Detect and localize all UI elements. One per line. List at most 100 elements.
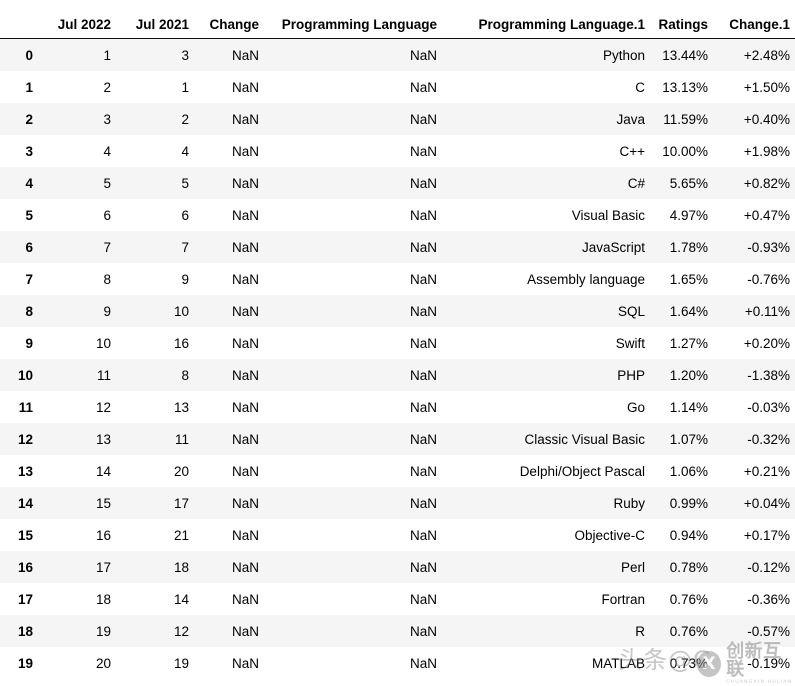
table-cell: Fortran [442, 583, 650, 615]
table-cell: 17 [38, 551, 116, 583]
table-row: 14 15 17 NaN NaN Ruby 0.99% +0.04% [0, 487, 795, 519]
table-cell: 11 [116, 423, 194, 455]
row-index-cell: 14 [0, 487, 38, 519]
table-row: 10 11 8 NaN NaN PHP 1.20% -1.38% [0, 359, 795, 391]
table-cell: -1.38% [713, 359, 795, 391]
table-cell: +0.17% [713, 519, 795, 551]
table-cell: NaN [264, 71, 442, 103]
table-cell: NaN [194, 38, 264, 71]
table-cell: 1 [116, 71, 194, 103]
table-cell: NaN [194, 135, 264, 167]
table-cell: 0.94% [650, 519, 713, 551]
column-header-ratings: Ratings [650, 0, 713, 39]
row-index-cell: 11 [0, 391, 38, 423]
table-cell: NaN [264, 295, 442, 327]
table-cell: 7 [38, 231, 116, 263]
table-cell: Perl [442, 551, 650, 583]
table-cell: NaN [194, 615, 264, 647]
table-cell: 10.00% [650, 135, 713, 167]
table-cell: NaN [264, 135, 442, 167]
table-cell: 5 [116, 167, 194, 199]
table-row: 16 17 18 NaN NaN Perl 0.78% -0.12% [0, 551, 795, 583]
table-cell: +0.21% [713, 455, 795, 487]
table-cell: +0.04% [713, 487, 795, 519]
table-cell: NaN [264, 327, 442, 359]
table-cell: Visual Basic [442, 199, 650, 231]
table-cell: 6 [116, 199, 194, 231]
row-index-cell: 9 [0, 327, 38, 359]
table-cell: Classic Visual Basic [442, 423, 650, 455]
table-cell: 13.13% [650, 71, 713, 103]
table-cell: NaN [194, 199, 264, 231]
table-row: 11 12 13 NaN NaN Go 1.14% -0.03% [0, 391, 795, 423]
table-cell: NaN [264, 231, 442, 263]
table-cell: NaN [194, 359, 264, 391]
row-index-cell: 19 [0, 647, 38, 679]
table-cell: 0.99% [650, 487, 713, 519]
table-row: 8 9 10 NaN NaN SQL 1.64% +0.11% [0, 295, 795, 327]
table-cell: 10 [38, 327, 116, 359]
table-cell: 19 [38, 615, 116, 647]
table-cell: NaN [194, 167, 264, 199]
brand-name-sub: CHUANGXIN HULIAN [726, 680, 793, 685]
table-cell: 10 [116, 295, 194, 327]
table-cell: 16 [38, 519, 116, 551]
dataframe-container: Jul 2022 Jul 2021 Change Programming Lan… [0, 0, 795, 679]
table-cell: +0.47% [713, 199, 795, 231]
table-cell: 11.59% [650, 103, 713, 135]
table-cell: 8 [116, 359, 194, 391]
table-cell: 5 [38, 167, 116, 199]
table-cell: Java [442, 103, 650, 135]
table-row: 9 10 16 NaN NaN Swift 1.27% +0.20% [0, 327, 795, 359]
table-cell: 1.07% [650, 423, 713, 455]
row-index-cell: 13 [0, 455, 38, 487]
table-cell: 18 [116, 551, 194, 583]
table-row: 12 13 11 NaN NaN Classic Visual Basic 1.07% -0.… [0, 423, 795, 455]
table-cell: 2 [38, 71, 116, 103]
row-index-cell: 1 [0, 71, 38, 103]
table-cell: NaN [264, 519, 442, 551]
table-cell: 1.27% [650, 327, 713, 359]
column-header-jul-2022: Jul 2022 [38, 0, 116, 39]
table-cell: +0.20% [713, 327, 795, 359]
row-index-cell: 17 [0, 583, 38, 615]
table-cell: 15 [38, 487, 116, 519]
table-cell: SQL [442, 295, 650, 327]
table-cell: NaN [264, 103, 442, 135]
row-index-cell: 8 [0, 295, 38, 327]
row-index-cell: 6 [0, 231, 38, 263]
table-cell: +1.98% [713, 135, 795, 167]
table-cell: -0.32% [713, 423, 795, 455]
table-cell: 9 [38, 295, 116, 327]
table-cell: 19 [116, 647, 194, 679]
table-cell: NaN [194, 103, 264, 135]
header-row: Jul 2022 Jul 2021 Change Programming Lan… [0, 0, 795, 39]
table-cell: 6 [38, 199, 116, 231]
table-cell: Delphi/Object Pascal [442, 455, 650, 487]
column-header-programming-language: Programming Language [264, 0, 442, 39]
table-cell: 4.97% [650, 199, 713, 231]
table-cell: 13.44% [650, 38, 713, 71]
table-cell: 18 [38, 583, 116, 615]
row-index-cell: 4 [0, 167, 38, 199]
table-cell: 12 [116, 615, 194, 647]
table-cell: NaN [194, 71, 264, 103]
table-cell: NaN [264, 583, 442, 615]
table-cell: NaN [194, 263, 264, 295]
table-cell: 1 [38, 38, 116, 71]
table-cell: NaN [264, 391, 442, 423]
table-cell: MATLAB [442, 647, 650, 679]
table-cell: 14 [38, 455, 116, 487]
table-cell: NaN [264, 38, 442, 71]
table-cell: +0.40% [713, 103, 795, 135]
table-cell: 20 [116, 455, 194, 487]
table-cell: C# [442, 167, 650, 199]
table-cell: Ruby [442, 487, 650, 519]
table-cell: -0.93% [713, 231, 795, 263]
table-cell: 14 [116, 583, 194, 615]
table-cell: 4 [116, 135, 194, 167]
table-row: 1 2 1 NaN NaN C 13.13% +1.50% [0, 71, 795, 103]
table-cell: 1.06% [650, 455, 713, 487]
table-cell: NaN [264, 551, 442, 583]
table-cell: R [442, 615, 650, 647]
